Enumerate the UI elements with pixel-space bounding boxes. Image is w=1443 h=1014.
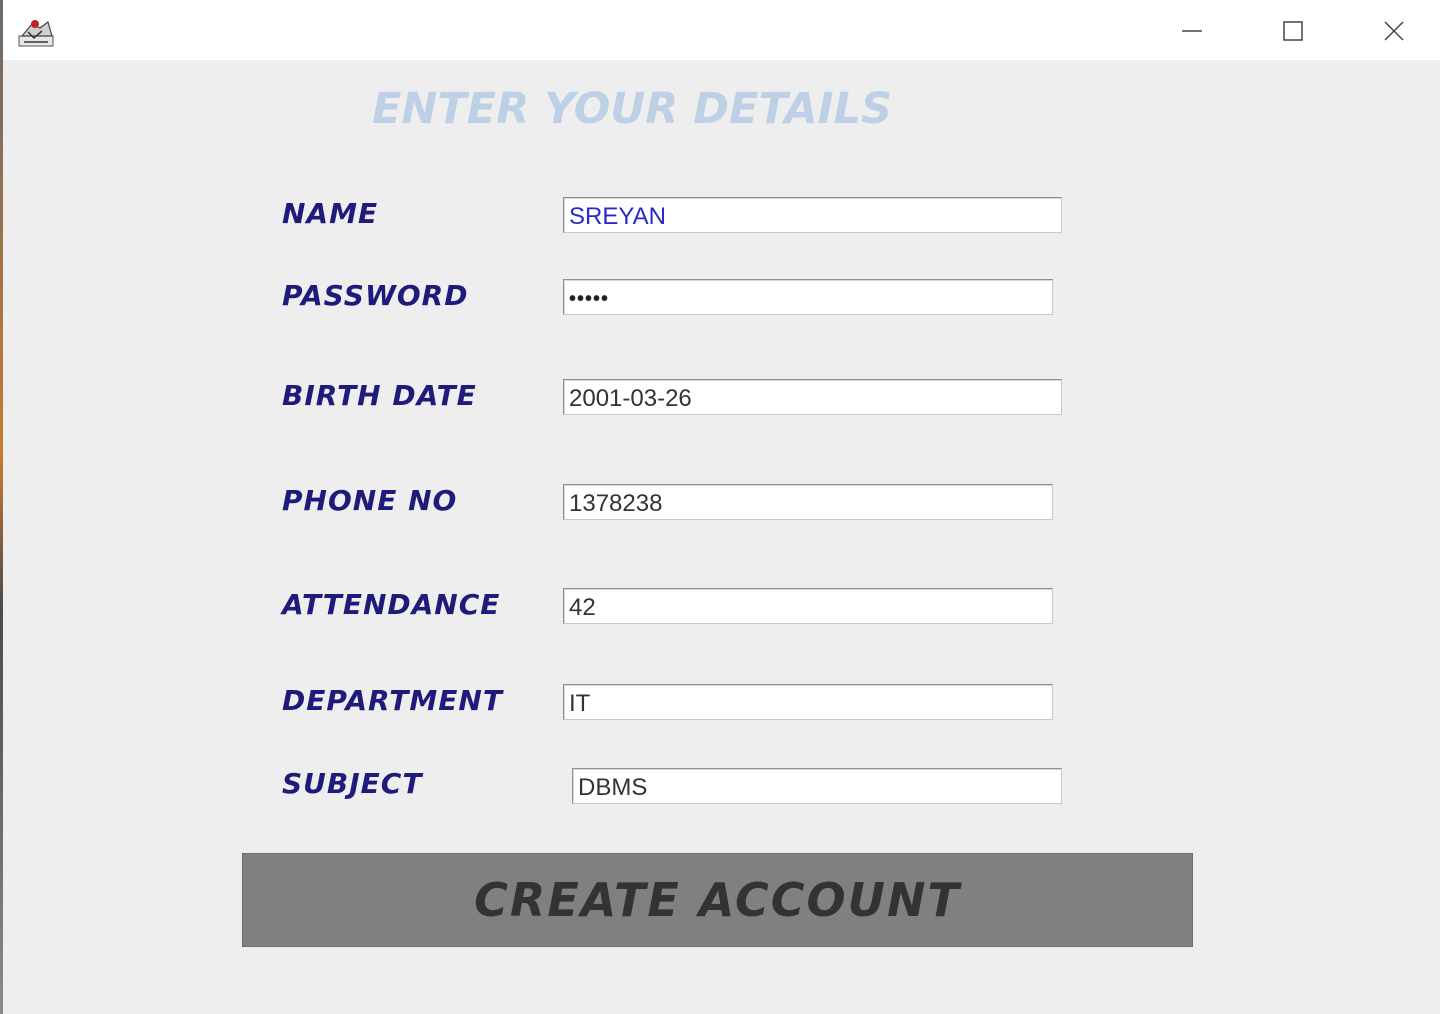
create-account-button[interactable]: CREATE ACCOUNT [242, 853, 1193, 947]
password-label: PASSWORD [282, 279, 469, 312]
app-window: ENTER YOUR DETAILS NAME SREYAN PASSWORD … [0, 0, 1443, 1014]
subject-field[interactable]: DBMS [572, 768, 1062, 804]
birth-date-label: BIRTH DATE [282, 379, 477, 412]
department-field[interactable]: IT [563, 684, 1053, 720]
birth-date-field[interactable]: 2001-03-26 [563, 379, 1062, 415]
name-label: NAME [282, 197, 379, 230]
close-button[interactable] [1370, 8, 1418, 54]
attendance-field[interactable]: 42 [563, 588, 1053, 624]
department-label: DEPARTMENT [282, 684, 503, 717]
minimize-button[interactable] [1168, 8, 1216, 54]
maximize-button[interactable] [1269, 8, 1317, 54]
create-account-label: CREATE ACCOUNT [474, 873, 961, 927]
password-field[interactable]: ••••• [563, 279, 1053, 315]
subject-label: SUBJECT [282, 767, 423, 800]
phone-no-label: PHONE NO [282, 484, 458, 517]
attendance-label: ATTENDANCE [282, 588, 501, 621]
maximize-icon [1283, 21, 1303, 41]
close-icon [1384, 21, 1404, 41]
title-bar[interactable] [3, 0, 1443, 60]
name-field[interactable]: SREYAN [563, 197, 1062, 233]
java-app-icon [18, 20, 54, 47]
minimize-icon [1182, 30, 1202, 32]
form-heading: ENTER YOUR DETAILS [372, 84, 893, 134]
phone-no-field[interactable]: 1378238 [563, 484, 1053, 520]
